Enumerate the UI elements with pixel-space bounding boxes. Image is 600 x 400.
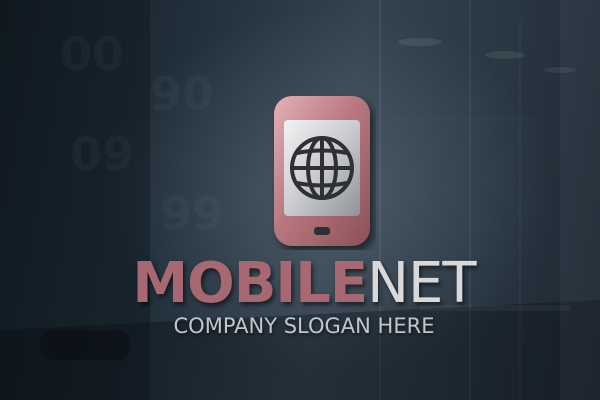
brand-name-net: NET [367,251,476,316]
brand-wordmark: MOBILENET [4,254,600,314]
mockup-scene: 00 90 09 99 MOBILENET COMPANY SLOGAN HER… [0,0,600,400]
svg-text:00: 00 [60,27,124,81]
brand-name-mobile: MOBILE [132,251,368,316]
svg-text:09: 09 [70,127,134,181]
smartphone-globe-icon [274,96,370,246]
brand-slogan: COMPANY SLOGAN HERE [173,314,435,338]
svg-text:90: 90 [150,67,214,121]
svg-text:99: 99 [160,187,224,241]
